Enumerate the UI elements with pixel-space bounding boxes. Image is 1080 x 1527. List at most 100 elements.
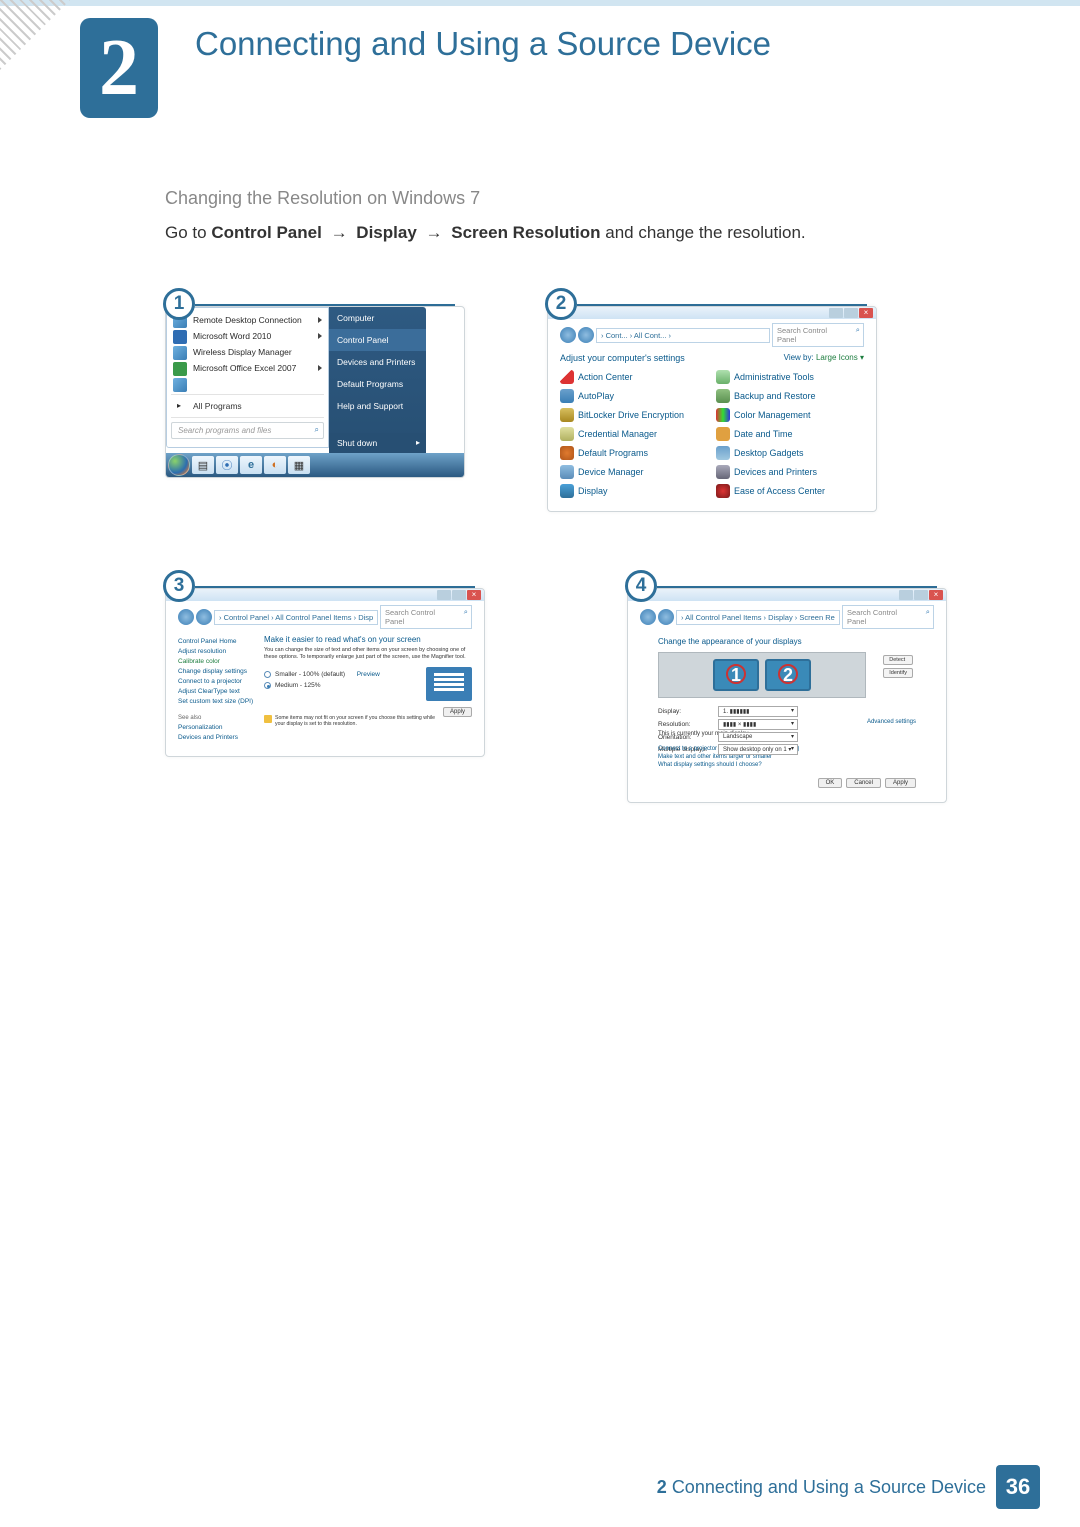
display-icon [560, 484, 574, 498]
side-dev-print[interactable]: Devices and Printers [178, 734, 256, 741]
max-icon[interactable] [844, 308, 858, 318]
max-icon[interactable] [452, 590, 466, 600]
nav-back-icon[interactable] [178, 609, 194, 625]
link-which[interactable]: What display settings should I choose? [658, 762, 916, 768]
cp-item-backup[interactable]: Backup and Restore [716, 388, 864, 404]
arrow-icon: → [426, 223, 443, 242]
menu-item-wireless[interactable]: Wireless Display Manager [167, 344, 328, 360]
start-right-help[interactable]: Help and Support [329, 395, 426, 417]
backup-icon [716, 389, 730, 403]
nav-back-icon[interactable] [640, 609, 656, 625]
nav-fwd-icon[interactable] [658, 609, 674, 625]
tools-icon [716, 370, 730, 384]
identify-button[interactable]: Identify [883, 668, 913, 678]
breadcrumb-path[interactable] [676, 610, 840, 625]
cp-item-action-center[interactable]: Action Center [560, 369, 708, 385]
menu-item-excel[interactable]: Microsoft Office Excel 2007 [167, 360, 328, 376]
highlight-ring-icon [778, 664, 798, 684]
apply-button[interactable]: Apply [885, 778, 916, 788]
side-adjust-res[interactable]: Adjust resolution [178, 648, 256, 655]
resolution-dropdown[interactable]: ▮▮▮▮ × ▮▮▮▮ [718, 719, 798, 730]
cancel-button[interactable]: Cancel [846, 778, 881, 788]
screenshot-3: 3 × Search Control Panel Control Panel H… [165, 572, 485, 803]
cp-item-bitlocker[interactable]: BitLocker Drive Encryption [560, 407, 708, 423]
arrow-icon: → [331, 223, 348, 242]
breadcrumb-path[interactable] [214, 610, 378, 625]
search-input[interactable]: Search Control Panel [380, 605, 472, 629]
start-right-default[interactable]: Default Programs [329, 373, 426, 395]
text-size-medium[interactable]: Medium - 125% [264, 682, 420, 689]
start-right-computer[interactable]: Computer [329, 307, 426, 329]
search-input[interactable]: Search Control Panel [842, 605, 934, 629]
taskbar-item[interactable]: ▦ [288, 456, 310, 474]
min-icon[interactable] [829, 308, 843, 318]
menu-item-blank[interactable] [167, 376, 328, 392]
menu-item-word[interactable]: Microsoft Word 2010 [167, 328, 328, 344]
nav-fwd-icon[interactable] [578, 327, 594, 343]
cp-item-device-manager[interactable]: Device Manager [560, 464, 708, 480]
min-icon[interactable] [437, 590, 451, 600]
close-icon[interactable]: × [859, 308, 873, 318]
submenu-arrow-icon [318, 317, 322, 323]
submenu-arrow-icon [318, 333, 322, 339]
search-input[interactable]: Search Control Panel [772, 323, 864, 347]
cp-item-datetime[interactable]: Date and Time [716, 426, 864, 442]
side-home[interactable]: Control Panel Home [178, 638, 256, 645]
side-personalization[interactable]: Personalization [178, 724, 256, 731]
side-see-also: See also [178, 715, 256, 721]
side-change-disp[interactable]: Change display settings [178, 668, 256, 675]
cp-item-color[interactable]: Color Management [716, 407, 864, 423]
viewby-link[interactable]: Large Icons ▾ [816, 353, 864, 362]
monitor-2[interactable]: 2 [765, 659, 811, 691]
radio-icon [264, 682, 271, 689]
side-dpi[interactable]: Set custom text size (DPI) [178, 698, 256, 705]
detect-button[interactable]: Detect [883, 655, 913, 665]
cp-item-gadgets[interactable]: Desktop Gadgets [716, 445, 864, 461]
side-cleartype[interactable]: Adjust ClearType text [178, 688, 256, 695]
cp-item-autoplay[interactable]: AutoPlay [560, 388, 708, 404]
taskbar-item[interactable]: ▤ [192, 456, 214, 474]
separator [171, 394, 324, 395]
step-badge-2: 2 [545, 288, 577, 320]
text-size-smaller[interactable]: Smaller - 100% (default) Preview [264, 671, 420, 678]
cp-item-devices-printers[interactable]: Devices and Printers [716, 464, 864, 480]
display-dropdown[interactable]: 1. ▮▮▮▮▮▮ [718, 706, 798, 717]
ok-button[interactable]: OK [818, 778, 843, 788]
max-icon[interactable] [914, 590, 928, 600]
cp-item-admin-tools[interactable]: Administrative Tools [716, 369, 864, 385]
nav-fwd-icon[interactable] [196, 609, 212, 625]
start-right-control-panel[interactable]: Control Panel [329, 329, 426, 351]
nav-back-icon[interactable] [560, 327, 576, 343]
shutdown-button[interactable]: Shut down [329, 433, 426, 453]
display-label: Display: [658, 708, 712, 715]
window-titlebar: × [166, 589, 484, 601]
apply-button[interactable]: Apply [443, 707, 472, 717]
clock-icon [716, 427, 730, 441]
taskbar-item-ie[interactable]: e [240, 456, 262, 474]
flag-icon [560, 370, 574, 384]
breadcrumb-bar: Search Control Panel [178, 605, 472, 629]
orientation-dropdown[interactable]: Landscape [718, 732, 798, 742]
section-subheading: Changing the Resolution on Windows 7 [165, 188, 1020, 209]
screenshot-4: 4 × Search Control Panel Change the appe… [627, 572, 947, 803]
close-icon[interactable]: × [467, 590, 481, 600]
cp-item-credential[interactable]: Credential Manager [560, 426, 708, 442]
taskbar-item[interactable]: ◐ [264, 456, 286, 474]
all-programs[interactable]: All Programs [167, 397, 328, 415]
side-calibrate[interactable]: Calibrate color [178, 658, 256, 665]
step-badge-3: 3 [163, 570, 195, 602]
taskbar-item[interactable]: ⦿ [216, 456, 238, 474]
cp-item-default-programs[interactable]: Default Programs [560, 445, 708, 461]
side-projector[interactable]: Connect to a projector [178, 678, 256, 685]
start-search-input[interactable]: Search programs and files [171, 422, 324, 439]
min-icon[interactable] [899, 590, 913, 600]
close-icon[interactable]: × [929, 590, 943, 600]
cp-item-display[interactable]: Display [560, 483, 708, 499]
multiple-dropdown[interactable]: Show desktop only on 1 ▾ [718, 744, 798, 755]
breadcrumb-path[interactable] [596, 328, 770, 343]
monitor-1[interactable]: 1 [713, 659, 759, 691]
cp-item-ease-access[interactable]: Ease of Access Center [716, 483, 864, 499]
cp-heading: Adjust your computer's settings [560, 353, 685, 363]
start-right-devices[interactable]: Devices and Printers [329, 351, 426, 373]
start-orb-icon[interactable] [168, 454, 190, 476]
